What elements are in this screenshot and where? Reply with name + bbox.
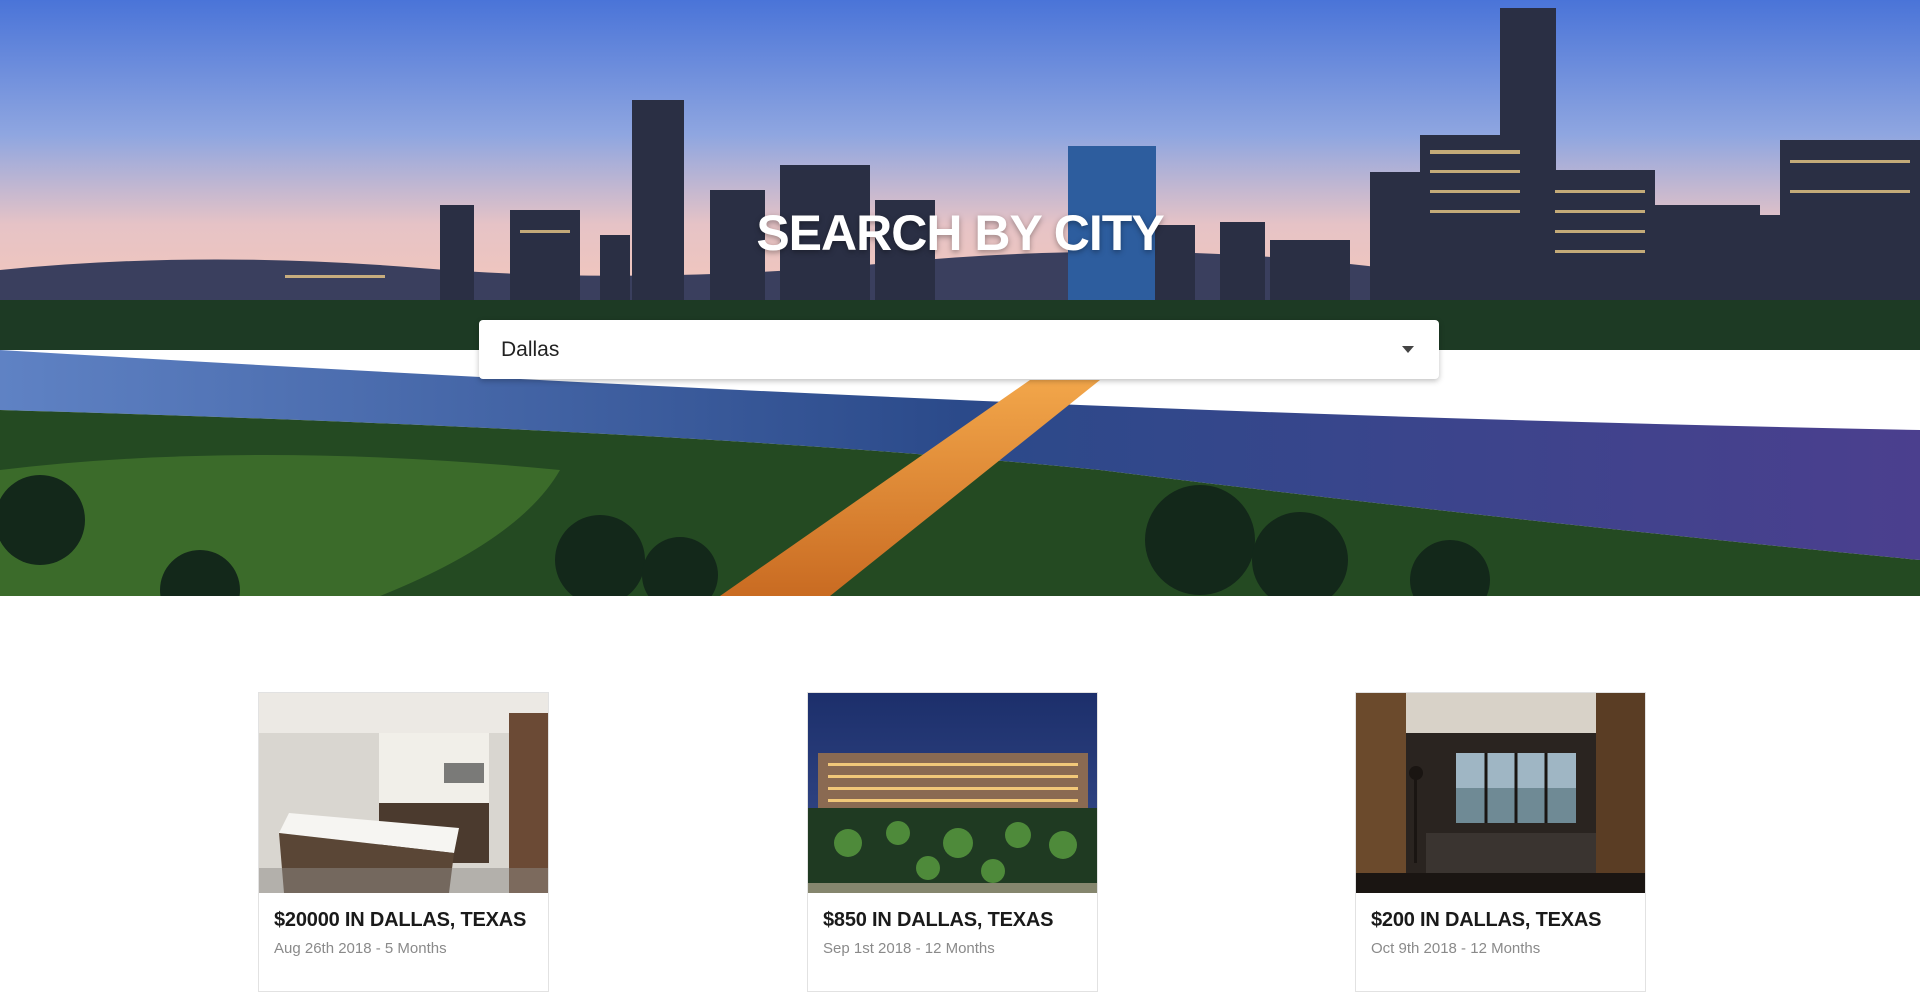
page-title: SEARCH BY CITY xyxy=(756,205,1164,261)
listing-card[interactable]: $20000 IN DALLAS, TEXAS Aug 26th 2018 - … xyxy=(258,692,549,992)
listing-dates: Aug 26th 2018 - 5 Months xyxy=(274,940,447,957)
listing-dates: Oct 9th 2018 - 12 Months xyxy=(1371,940,1541,957)
apartment-complex-night-photo xyxy=(808,693,1097,893)
listing-card[interactable]: $200 IN DALLAS, TEXAS Oct 9th 2018 - 12 … xyxy=(1355,692,1646,992)
listing-dates: Sep 1st 2018 - 12 Months xyxy=(823,940,995,957)
listing-title: $850 IN DALLAS, TEXAS xyxy=(823,909,1054,931)
city-select-dropdown[interactable]: Dallas xyxy=(479,320,1439,379)
caret-down-icon xyxy=(1402,346,1414,353)
hero-banner: SEARCH BY CITY Dallas xyxy=(0,0,1920,596)
city-select-value: Dallas xyxy=(501,337,560,361)
modern-kitchen-photo xyxy=(259,693,548,893)
cabin-living-room-photo xyxy=(1356,693,1645,893)
listing-title: $200 IN DALLAS, TEXAS xyxy=(1371,909,1602,931)
listing-grid: $20000 IN DALLAS, TEXAS Aug 26th 2018 - … xyxy=(0,692,1920,992)
listing-title: $20000 IN DALLAS, TEXAS xyxy=(274,909,527,931)
city-skyline-image xyxy=(0,0,1920,596)
listing-card[interactable]: $850 IN DALLAS, TEXAS Sep 1st 2018 - 12 … xyxy=(807,692,1098,992)
